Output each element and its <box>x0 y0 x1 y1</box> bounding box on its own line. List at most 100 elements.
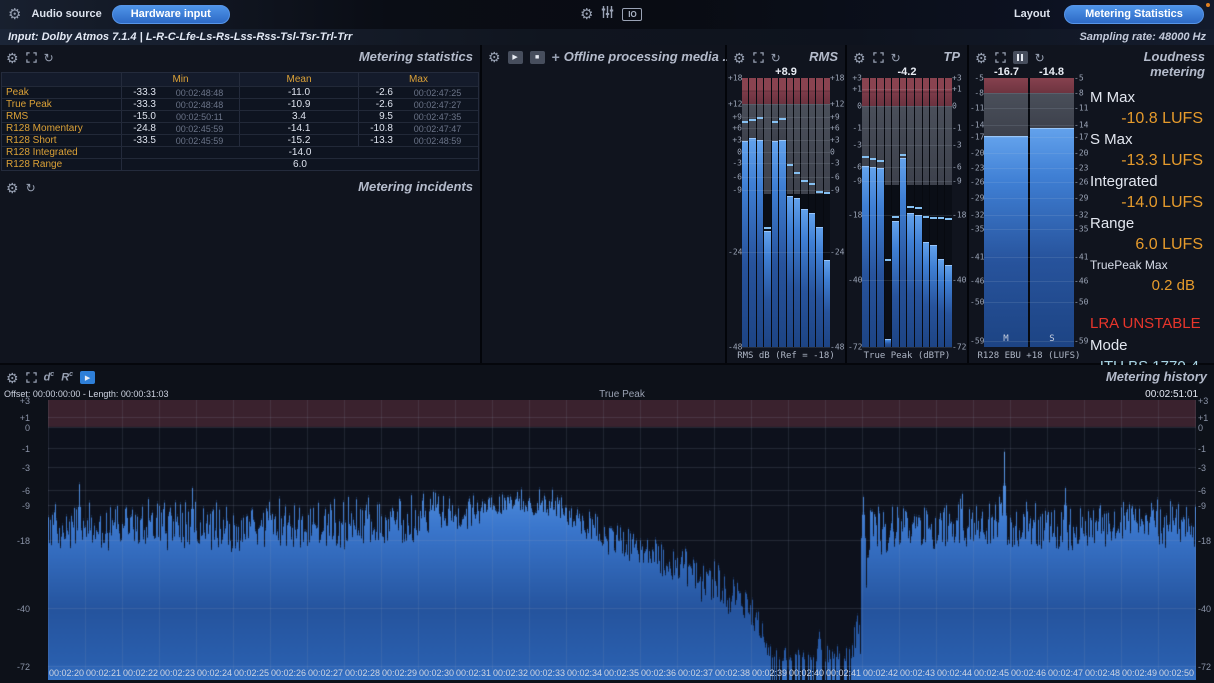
scale-tick: +6 <box>830 124 844 133</box>
y-axis-tick: -6 <box>0 486 30 496</box>
level-bar <box>794 198 800 347</box>
mixer-sliders-icon[interactable] <box>601 5 614 24</box>
time-label: 00:02:24 <box>195 668 235 678</box>
level-bar <box>870 167 877 347</box>
rms-meter-panel: ⚙↻RMS+8.9+18+18+12+12+9+9+6+6+3+300-3-3-… <box>727 45 845 363</box>
level-bar <box>885 339 892 347</box>
y-axis-tick: -9 <box>1198 501 1214 511</box>
scale-tick: -5 <box>1074 74 1088 83</box>
scale-tick: -59 <box>1074 337 1088 346</box>
peak-hold-marker <box>892 216 899 218</box>
peak-hold-marker <box>930 217 937 219</box>
level-bar <box>930 245 937 348</box>
level-bar <box>984 136 1028 347</box>
time-label: 00:02:48 <box>1083 668 1123 678</box>
table-row: True Peak-33.300:02:48:48-10.9-2.600:02:… <box>2 98 478 110</box>
refresh-icon[interactable]: ↻ <box>891 50 901 66</box>
play-icon[interactable]: ▶ <box>508 51 523 64</box>
gear-icon[interactable]: ⚙ <box>853 50 866 66</box>
panel-title: Metering history <box>1106 369 1207 384</box>
expand-icon[interactable] <box>26 370 37 386</box>
time-label: 00:02:44 <box>935 668 975 678</box>
scale-tick: -29 <box>1074 193 1088 202</box>
scale-tick: -46 <box>1074 277 1088 286</box>
meter-column <box>907 78 914 347</box>
gear-icon[interactable]: ⚙ <box>733 50 746 66</box>
peak-hold-marker <box>772 121 778 123</box>
meter-column <box>794 78 800 347</box>
series-label: True Peak <box>48 389 1196 400</box>
time-label: 00:02:29 <box>380 668 420 678</box>
panel-title: Metering statistics <box>359 49 473 64</box>
meter-gray-zone <box>938 106 945 185</box>
scale-gridline <box>862 347 952 348</box>
hardware-input-button[interactable]: Hardware input <box>112 5 230 24</box>
reset-counters-icon[interactable]: dc <box>44 371 55 384</box>
refresh-icon[interactable]: ↻ <box>1035 50 1045 66</box>
meter-column <box>742 78 748 347</box>
loudness-readout: Loudness meteringM Max-10.8 LUFSS Max-13… <box>1090 49 1210 377</box>
y-axis-tick: -72 <box>1198 662 1214 672</box>
expand-icon[interactable] <box>26 50 37 66</box>
play-icon[interactable]: ▶ <box>80 371 95 384</box>
time-label: 00:02:25 <box>232 668 272 678</box>
level-bar <box>809 213 815 347</box>
io-routing-icon[interactable]: IO <box>622 8 642 21</box>
level-bar <box>938 259 945 347</box>
truepeak-max-value: 0.2 dB <box>1090 275 1205 296</box>
meter-gray-zone <box>900 106 907 158</box>
scale-tick: -5 <box>970 74 984 83</box>
scale-tick: -3 <box>728 159 742 168</box>
meter-gray-zone <box>915 106 922 185</box>
refresh-icon[interactable]: ↻ <box>26 180 36 196</box>
expand-icon[interactable] <box>753 50 764 66</box>
y-axis-tick: +1 <box>1198 413 1214 423</box>
gear-icon[interactable]: ⚙ <box>975 50 988 66</box>
scale-tick: -3 <box>830 159 844 168</box>
meter-gray-zone <box>984 93 1028 136</box>
expand-icon[interactable] <box>873 50 884 66</box>
add-media-icon[interactable]: + <box>552 49 560 65</box>
scale-tick: +6 <box>728 124 742 133</box>
stop-icon[interactable]: ■ <box>530 51 545 64</box>
time-label: 00:02:20 <box>47 668 87 678</box>
peak-hold-marker <box>945 218 952 220</box>
meter-columns <box>742 78 830 347</box>
gear-icon[interactable]: ⚙ <box>488 49 501 65</box>
pause-icon[interactable] <box>1013 51 1028 64</box>
time-label: 00:02:36 <box>639 668 679 678</box>
history-waveform-canvas[interactable] <box>48 400 1196 680</box>
metering-statistics-button[interactable]: Metering Statistics <box>1064 5 1204 24</box>
gear-icon[interactable]: ⚙ <box>580 0 593 29</box>
gear-icon[interactable]: ⚙ <box>8 0 21 29</box>
meter-column <box>772 78 778 347</box>
readout-label: M Max <box>1090 87 1205 108</box>
gear-icon[interactable]: ⚙ <box>6 50 19 66</box>
meter-red-zone <box>809 78 815 104</box>
peak-hold-marker <box>885 259 892 261</box>
refresh-icon[interactable]: ↻ <box>771 50 781 66</box>
scale-tick: -8 <box>970 89 984 98</box>
scale-tick: -59 <box>970 337 984 346</box>
scale-tick: -18 <box>848 210 862 219</box>
level-bar <box>787 196 793 347</box>
meter-column <box>923 78 930 347</box>
reset-range-icon[interactable]: Rc <box>61 371 73 384</box>
meter-value: -14.8 <box>1029 66 1074 78</box>
readout-value: -13.3 LUFS <box>1090 150 1205 171</box>
meter-column <box>885 78 892 347</box>
sampling-rate-label: Sampling rate: 48000 Hz <box>1079 29 1206 45</box>
level-bar <box>757 140 763 347</box>
expand-icon[interactable] <box>995 50 1006 66</box>
gear-icon[interactable]: ⚙ <box>6 180 19 196</box>
gear-icon[interactable]: ⚙ <box>6 370 19 386</box>
peak-hold-marker <box>749 119 755 121</box>
table-row: R128 Short-33.500:02:45:59-15.2-13.300:0… <box>2 134 478 146</box>
meter-gray-zone <box>885 106 892 185</box>
scale-tick: 0 <box>728 147 742 156</box>
time-label: 00:02:43 <box>898 668 938 678</box>
refresh-icon[interactable]: ↻ <box>44 50 54 66</box>
scale-tick: -17 <box>1074 132 1088 141</box>
statistics-table: MinMeanMaxPeak-33.300:02:48:48-11.0-2.60… <box>1 72 479 171</box>
scale-tick: -26 <box>970 178 984 187</box>
